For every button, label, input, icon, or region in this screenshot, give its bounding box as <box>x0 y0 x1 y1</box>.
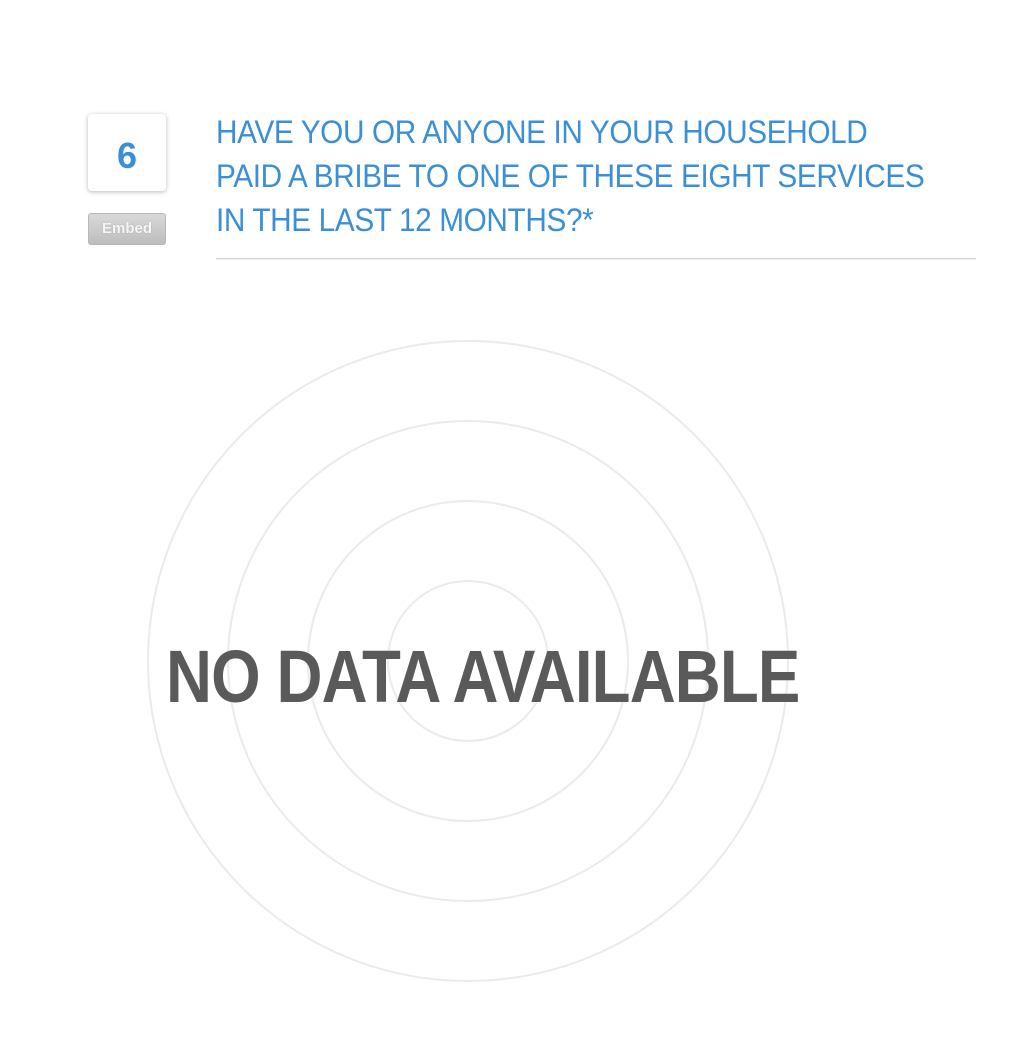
title-divider <box>216 258 976 260</box>
no-data-message: NO DATA AVAILABLE <box>166 635 800 718</box>
question-number: 6 <box>116 134 138 176</box>
question-title: HAVE YOU OR ANYONE IN YOUR HOUSEHOLD PAI… <box>216 114 925 238</box>
embed-button[interactable]: Embed <box>88 213 166 245</box>
question-number-badge: 6 <box>88 114 166 191</box>
